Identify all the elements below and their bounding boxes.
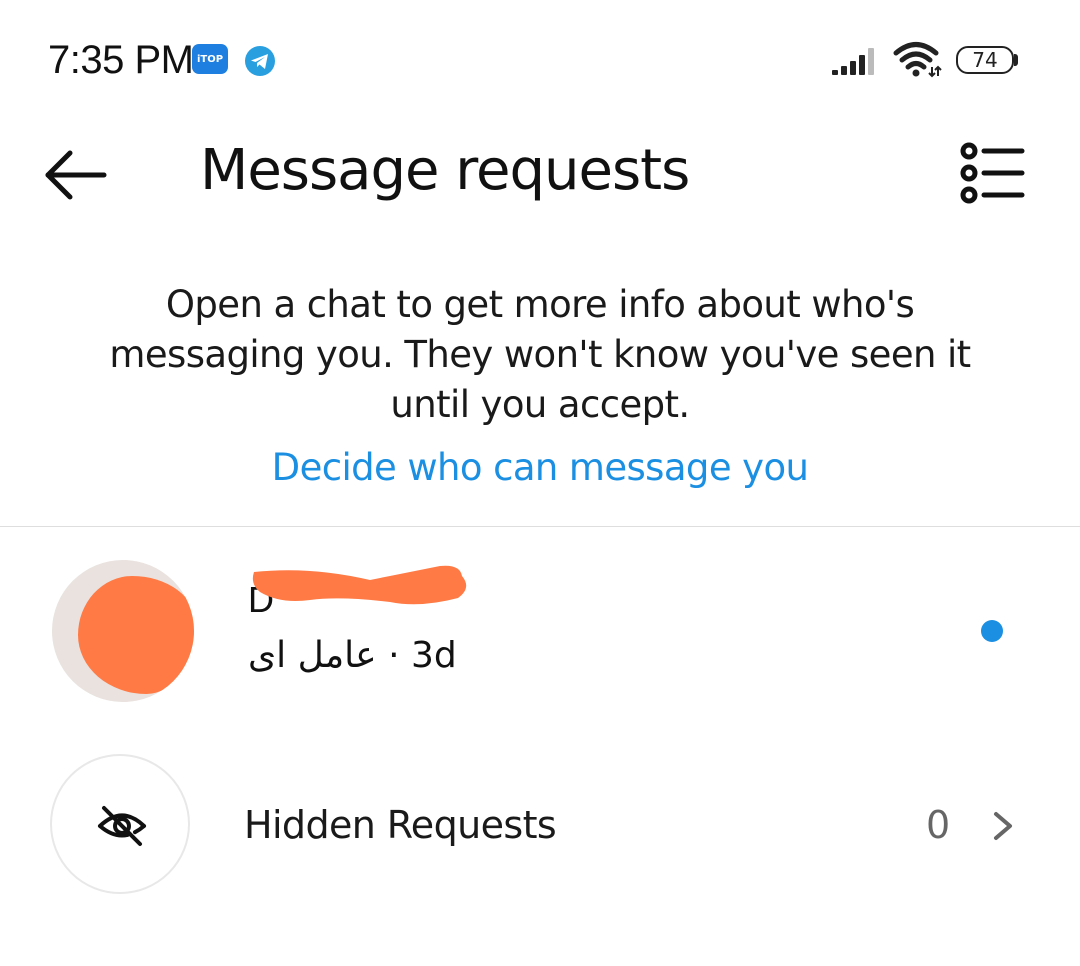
battery-icon: 74 <box>956 46 1018 74</box>
chevron-right-icon <box>994 812 1012 840</box>
avatar-redaction <box>78 576 194 694</box>
hidden-requests-icon-circle <box>50 754 190 894</box>
signal-icon <box>832 48 874 75</box>
eye-off-icon <box>98 806 146 846</box>
request-separator: · <box>388 635 400 676</box>
wifi-icon <box>893 42 942 78</box>
hidden-requests-label: Hidden Requests <box>244 803 557 847</box>
request-meta: عامل ای · 3d <box>248 634 457 678</box>
hidden-requests-row[interactable]: Hidden Requests 0 <box>0 750 1080 900</box>
telegram-icon <box>245 46 275 76</box>
request-row[interactable]: D عامل ای · 3d <box>0 540 1080 720</box>
avatar <box>52 560 194 702</box>
header: Message requests <box>0 120 1080 230</box>
status-bar: 7:35 PM iTOP 74 <box>0 0 1080 120</box>
name-redaction <box>252 565 467 605</box>
page-title: Message requests <box>200 138 690 203</box>
filter-list-icon[interactable] <box>950 138 1030 208</box>
battery-tip <box>1014 54 1018 66</box>
screen: 7:35 PM iTOP 74 Message requests Open a … <box>0 0 1080 966</box>
status-time: 7:35 PM <box>48 38 194 82</box>
decide-who-can-message-link[interactable]: Decide who can message you <box>140 443 940 493</box>
divider <box>0 526 1080 527</box>
arrow-left-icon[interactable] <box>36 140 116 210</box>
itop-icon: iTOP <box>192 44 228 74</box>
battery-level: 74 <box>956 46 1014 74</box>
unread-indicator <box>981 620 1003 642</box>
request-time: 3d <box>410 635 457 676</box>
request-preview: عامل ای <box>248 635 377 676</box>
info-text: Open a chat to get more info about who's… <box>109 283 971 426</box>
hidden-requests-count: 0 <box>926 803 951 847</box>
